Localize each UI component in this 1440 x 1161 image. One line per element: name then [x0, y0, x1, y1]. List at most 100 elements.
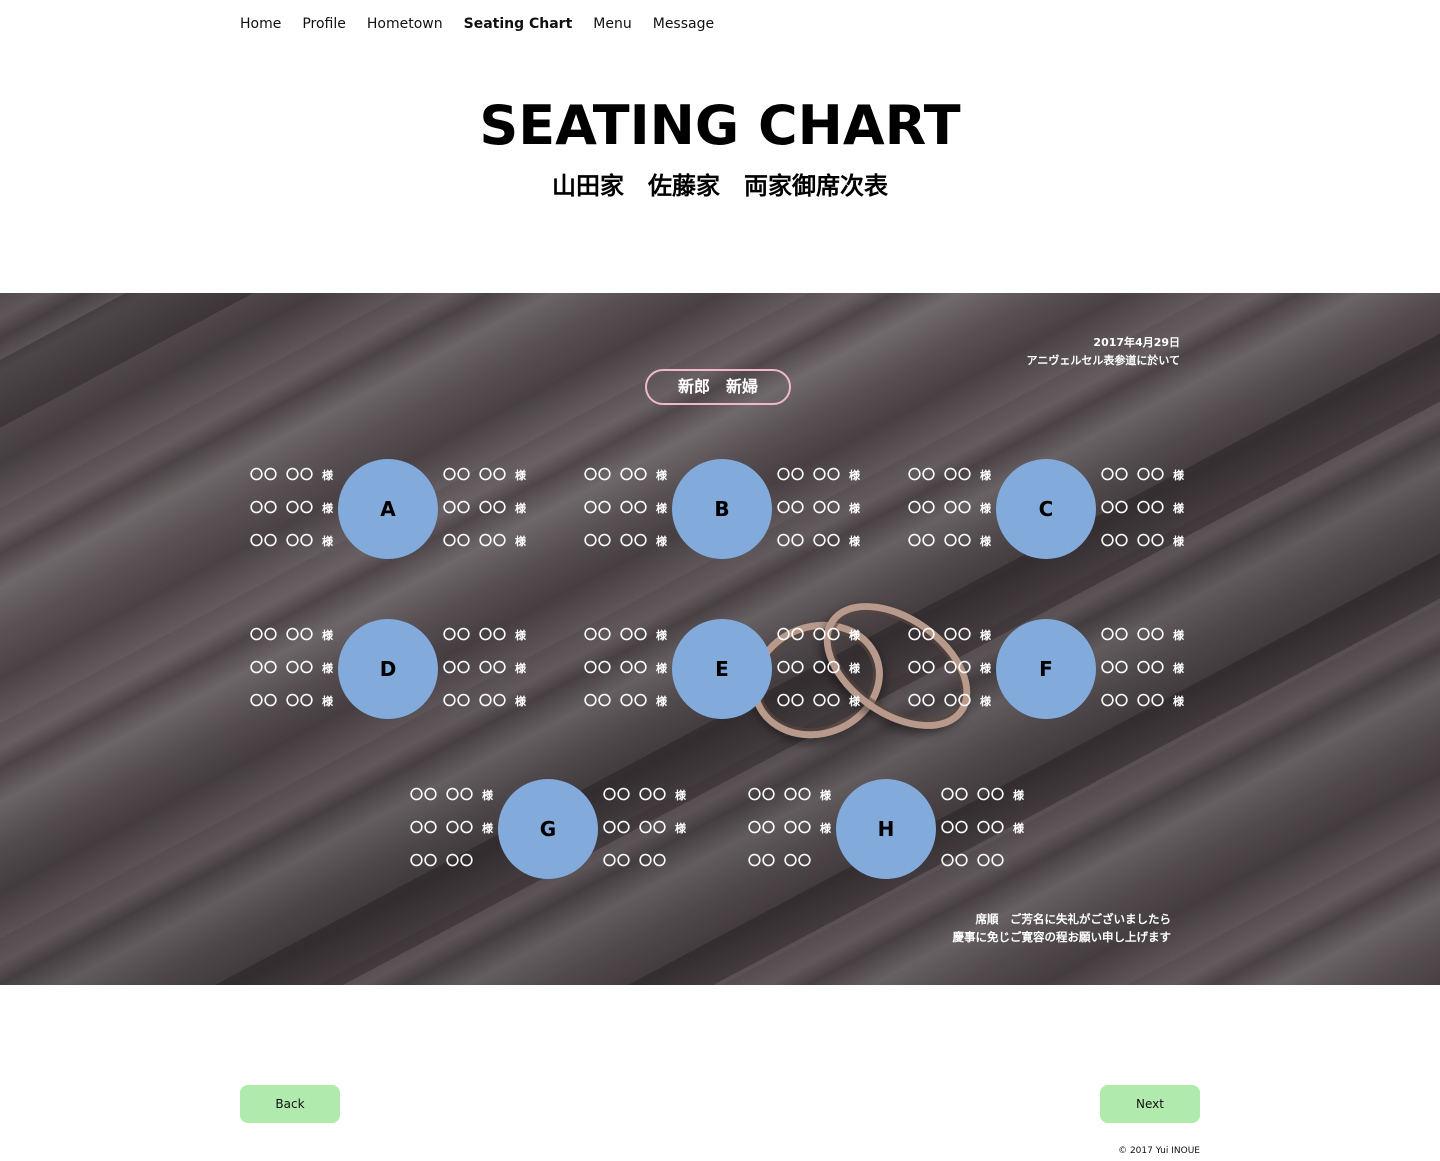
nav-profile[interactable]: Profile [302, 14, 346, 34]
table-g: G [498, 779, 598, 879]
honorific: 様 [656, 662, 667, 675]
guest-list-right: 〇〇 〇〇様〇〇 〇〇様〇〇 〇〇様 [777, 619, 877, 718]
nav-home[interactable]: Home [240, 14, 281, 34]
nav-seating-chart[interactable]: Seating Chart [464, 14, 573, 34]
guest-name-placeholder: 〇〇 [813, 468, 842, 483]
guest-list-left: 〇〇 〇〇様〇〇 〇〇様〇〇 〇〇 [410, 779, 510, 878]
guest-name-placeholder: 〇〇 [908, 661, 937, 676]
guest-name-placeholder: 〇〇 [944, 501, 973, 516]
guest-name-placeholder: 〇〇 [446, 821, 475, 836]
guest-name-placeholder: 〇〇 [479, 534, 508, 549]
guest-row: 〇〇 〇〇 [941, 845, 1041, 878]
guest-list-left: 〇〇 〇〇様〇〇 〇〇様〇〇 〇〇 [748, 779, 848, 878]
next-button[interactable]: Next [1100, 1085, 1200, 1123]
honorific: 様 [656, 535, 667, 548]
guest-name-placeholder: 〇〇 [944, 468, 973, 483]
guest-name-placeholder: 〇〇 [410, 788, 439, 803]
honorific: 様 [980, 695, 991, 708]
couple-table: 新郎 新婦 [645, 369, 791, 405]
guest-name-placeholder: 〇〇 [777, 694, 806, 709]
honorific: 様 [849, 662, 860, 675]
guest-name-placeholder: 〇〇 [813, 628, 842, 643]
honorific: 様 [1173, 502, 1184, 515]
guest-row: 〇〇 〇〇様 [250, 652, 350, 685]
guest-name-placeholder: 〇〇 [584, 661, 613, 676]
honorific: 様 [820, 789, 831, 802]
guest-list-right: 〇〇 〇〇様〇〇 〇〇様〇〇 〇〇様 [443, 459, 543, 558]
table-label: D [379, 657, 397, 681]
guest-name-placeholder: 〇〇 [639, 821, 668, 836]
guest-name-placeholder: 〇〇 [620, 628, 649, 643]
guest-list-right: 〇〇 〇〇様〇〇 〇〇様〇〇 〇〇様 [777, 459, 877, 558]
guest-row: 〇〇 〇〇様 [250, 619, 350, 652]
guest-name-placeholder: 〇〇 [1101, 468, 1130, 483]
honorific: 様 [515, 629, 526, 642]
guest-list-left: 〇〇 〇〇様〇〇 〇〇様〇〇 〇〇様 [250, 619, 350, 718]
guest-row: 〇〇 〇〇様 [584, 652, 684, 685]
footnote: 席順 ご芳名に失礼がございましたら 慶事に免じご寛容の程お願い申し上げます [953, 910, 1172, 946]
guest-name-placeholder: 〇〇 [250, 694, 279, 709]
guest-list-right: 〇〇 〇〇様〇〇 〇〇様〇〇 〇〇 [941, 779, 1041, 878]
nav-message[interactable]: Message [653, 14, 714, 34]
guest-name-placeholder: 〇〇 [584, 628, 613, 643]
guest-name-placeholder: 〇〇 [784, 788, 813, 803]
guest-name-placeholder: 〇〇 [784, 854, 813, 869]
guest-name-placeholder: 〇〇 [941, 854, 970, 869]
nav-hometown[interactable]: Hometown [367, 14, 443, 34]
guest-name-placeholder: 〇〇 [443, 694, 472, 709]
guest-name-placeholder: 〇〇 [1101, 628, 1130, 643]
guest-name-placeholder: 〇〇 [1137, 694, 1166, 709]
honorific: 様 [656, 502, 667, 515]
guest-list-left: 〇〇 〇〇様〇〇 〇〇様〇〇 〇〇様 [908, 619, 1008, 718]
honorific: 様 [849, 695, 860, 708]
honorific: 様 [980, 469, 991, 482]
guest-row: 〇〇 〇〇様 [777, 652, 877, 685]
guest-name-placeholder: 〇〇 [777, 628, 806, 643]
guest-row: 〇〇 〇〇様 [250, 685, 350, 718]
event-info: 2017年4月29日 アニヴェルセル表参道に於いて [1027, 334, 1180, 370]
nav-menu[interactable]: Menu [593, 14, 631, 34]
guest-name-placeholder: 〇〇 [250, 468, 279, 483]
guest-name-placeholder: 〇〇 [410, 821, 439, 836]
guest-name-placeholder: 〇〇 [1137, 468, 1166, 483]
table-a: A [338, 459, 438, 559]
guest-row: 〇〇 〇〇様 [250, 525, 350, 558]
guest-name-placeholder: 〇〇 [286, 468, 315, 483]
guest-name-placeholder: 〇〇 [813, 534, 842, 549]
honorific: 様 [980, 535, 991, 548]
guest-name-placeholder: 〇〇 [443, 661, 472, 676]
honorific: 様 [482, 789, 493, 802]
honorific: 様 [322, 469, 333, 482]
guest-name-placeholder: 〇〇 [777, 661, 806, 676]
honorific: 様 [675, 822, 686, 835]
guest-name-placeholder: 〇〇 [813, 694, 842, 709]
page-title: SEATING CHART [479, 94, 961, 157]
guest-row: 〇〇 〇〇様 [908, 459, 1008, 492]
back-button[interactable]: Back [240, 1085, 340, 1123]
guest-name-placeholder: 〇〇 [977, 788, 1006, 803]
guest-row: 〇〇 〇〇様 [250, 459, 350, 492]
honorific: 様 [980, 662, 991, 675]
guest-row: 〇〇 〇〇様 [443, 685, 543, 718]
guest-row: 〇〇 〇〇様 [410, 779, 510, 812]
footnote-line: 慶事に免じご寛容の程お願い申し上げます [952, 930, 1172, 944]
guest-name-placeholder: 〇〇 [603, 821, 632, 836]
guest-name-placeholder: 〇〇 [443, 628, 472, 643]
honorific: 様 [322, 535, 333, 548]
guest-name-placeholder: 〇〇 [620, 501, 649, 516]
guest-name-placeholder: 〇〇 [250, 501, 279, 516]
guest-list-right: 〇〇 〇〇様〇〇 〇〇様〇〇 〇〇様 [443, 619, 543, 718]
table-label: H [877, 817, 895, 841]
guest-name-placeholder: 〇〇 [620, 534, 649, 549]
honorific: 様 [849, 502, 860, 515]
guest-list-left: 〇〇 〇〇様〇〇 〇〇様〇〇 〇〇様 [584, 459, 684, 558]
event-date: 2017年4月29日 [1093, 336, 1180, 349]
honorific: 様 [322, 695, 333, 708]
guest-row: 〇〇 〇〇様 [443, 525, 543, 558]
guest-name-placeholder: 〇〇 [784, 821, 813, 836]
guest-name-placeholder: 〇〇 [813, 501, 842, 516]
honorific: 様 [515, 535, 526, 548]
guest-row: 〇〇 〇〇様 [941, 812, 1041, 845]
guest-row: 〇〇 〇〇様 [443, 492, 543, 525]
guest-row: 〇〇 〇〇様 [1101, 685, 1201, 718]
